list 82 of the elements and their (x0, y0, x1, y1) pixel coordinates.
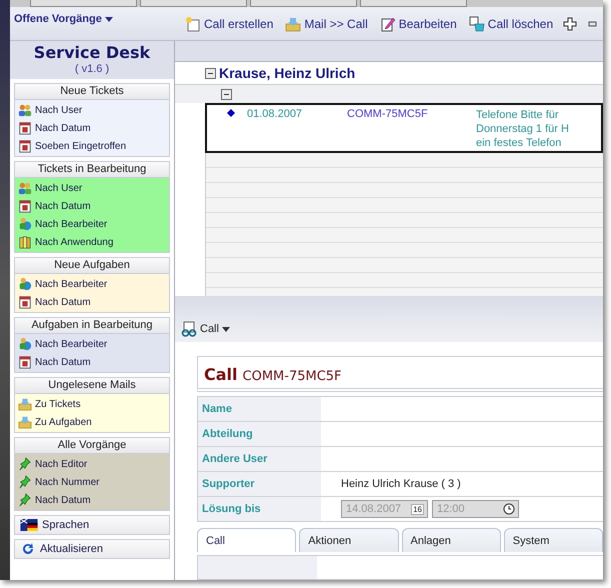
nav-item[interactable]: Zu Tickets (18, 395, 169, 413)
nav-item[interactable]: Nach Datum (18, 491, 169, 509)
nav-item[interactable]: Nach User (18, 101, 169, 119)
tab[interactable]: Call (197, 528, 296, 552)
person-globe-icon (18, 337, 32, 351)
users-icon (18, 103, 32, 117)
books-icon (18, 235, 32, 249)
calendar-icon (18, 139, 32, 153)
pin-icon (18, 457, 32, 471)
binoculars-icon (181, 321, 197, 337)
tab[interactable]: Aktionen (299, 528, 398, 552)
nav-item[interactable]: Nach Bearbeiter (18, 275, 169, 293)
trash-document-icon (468, 16, 485, 32)
nav-item[interactable]: Nach Bearbeiter (18, 215, 169, 233)
date-cell-text: 01.08.2007 (247, 108, 304, 120)
nav-item[interactable]: Nach Datum (18, 197, 169, 215)
field-label: Lösung bis (198, 497, 321, 521)
field-label: Abteilung (198, 422, 321, 446)
section-header: Aufgaben in Bearbeitung (15, 318, 169, 334)
new-document-icon (185, 16, 201, 32)
number-cell-text: COMM-75MC5F (347, 108, 429, 120)
ticket-row[interactable]: 01.08.2007 COMM-75MC5F Telefone Bitte für Donnerstag 1 für H ein festes Telefon (205, 103, 603, 153)
section-header: Alle Vorgänge (15, 438, 169, 454)
person-globe-icon (18, 217, 32, 231)
tab[interactable]: Anlagen (402, 528, 501, 552)
nav-item[interactable]: Nach Nummer (18, 473, 169, 491)
calendar-icon (18, 199, 32, 213)
caret-icon (222, 326, 230, 332)
view-menu[interactable]: Offene Vorgänge (10, 7, 176, 40)
group-title: Krause, Heinz Ulrich (219, 65, 356, 81)
window-tab[interactable] (30, 0, 137, 7)
caret-icon (104, 17, 113, 22)
nav-item[interactable]: Zu Aufgaben (18, 413, 169, 431)
plus-icon[interactable] (562, 16, 578, 32)
section-header: Neue Tickets (15, 84, 169, 100)
window-tab[interactable] (140, 0, 247, 7)
window-tab[interactable] (360, 0, 467, 7)
users-icon (18, 181, 32, 195)
window-tab[interactable] (250, 0, 357, 7)
nav-item[interactable]: Nach Bearbeiter (18, 335, 169, 353)
record-number: COMM-75MC5F (242, 369, 342, 384)
version-label: ( v1.6 ) (74, 63, 110, 75)
field-value: Heinz Ulrich Krause ( 3 ) (341, 478, 461, 490)
nav-button[interactable]: Sprachen (14, 515, 170, 535)
mail-tray-icon (18, 415, 32, 429)
calendar-icon (18, 121, 32, 135)
call-menu[interactable]: Call (181, 321, 230, 337)
field-label: Name (198, 397, 321, 421)
field-label: Supporter (198, 472, 321, 496)
flags-icon (20, 519, 38, 531)
toolbar-button[interactable]: Mail >> Call (282, 14, 371, 34)
nav-item[interactable]: Soeben Eingetroffen (18, 137, 169, 155)
nav-item[interactable]: Nach Editor (18, 455, 169, 473)
record-type: Call (204, 365, 238, 384)
tab[interactable]: System (504, 528, 603, 552)
nav-button[interactable]: Aktualisieren (14, 539, 170, 559)
nav-item[interactable]: Nach Anwendung (18, 233, 169, 251)
edit-icon (380, 16, 396, 32)
pin-icon (18, 493, 32, 507)
field-label: Andere User (198, 447, 321, 471)
section-header: Ungelesene Mails (15, 378, 169, 394)
nav-item[interactable]: Nach Datum (18, 293, 169, 311)
message-cell: Telefone Bitte für Donnerstag 1 für H ein festes Telefon (476, 108, 569, 150)
person-globe-icon (18, 277, 32, 291)
refresh-icon (20, 541, 36, 557)
mail-tray-icon (18, 397, 32, 411)
pin-icon (18, 475, 32, 489)
calendar-icon (18, 295, 32, 309)
app-title: Service Desk (32, 43, 152, 62)
diamond-icon (227, 109, 235, 117)
collapse-icon[interactable] (221, 88, 232, 100)
collapse-icon[interactable] (205, 68, 216, 78)
toolbar-button[interactable]: Bearbeiten (376, 14, 460, 34)
calendar-icon (18, 355, 32, 369)
nav-item[interactable]: Nach Datum (18, 353, 169, 371)
section-header: Neue Aufgaben (15, 258, 169, 274)
toolbar-button[interactable]: Call erstellen (182, 14, 276, 34)
nav-item[interactable]: Nach User (18, 179, 169, 197)
section-header: Tickets in Bearbeitung (15, 162, 169, 178)
mail-tray-icon (285, 16, 302, 32)
nav-item[interactable]: Nach Datum (18, 119, 169, 137)
toolbar-button[interactable]: Call löschen (466, 14, 556, 34)
